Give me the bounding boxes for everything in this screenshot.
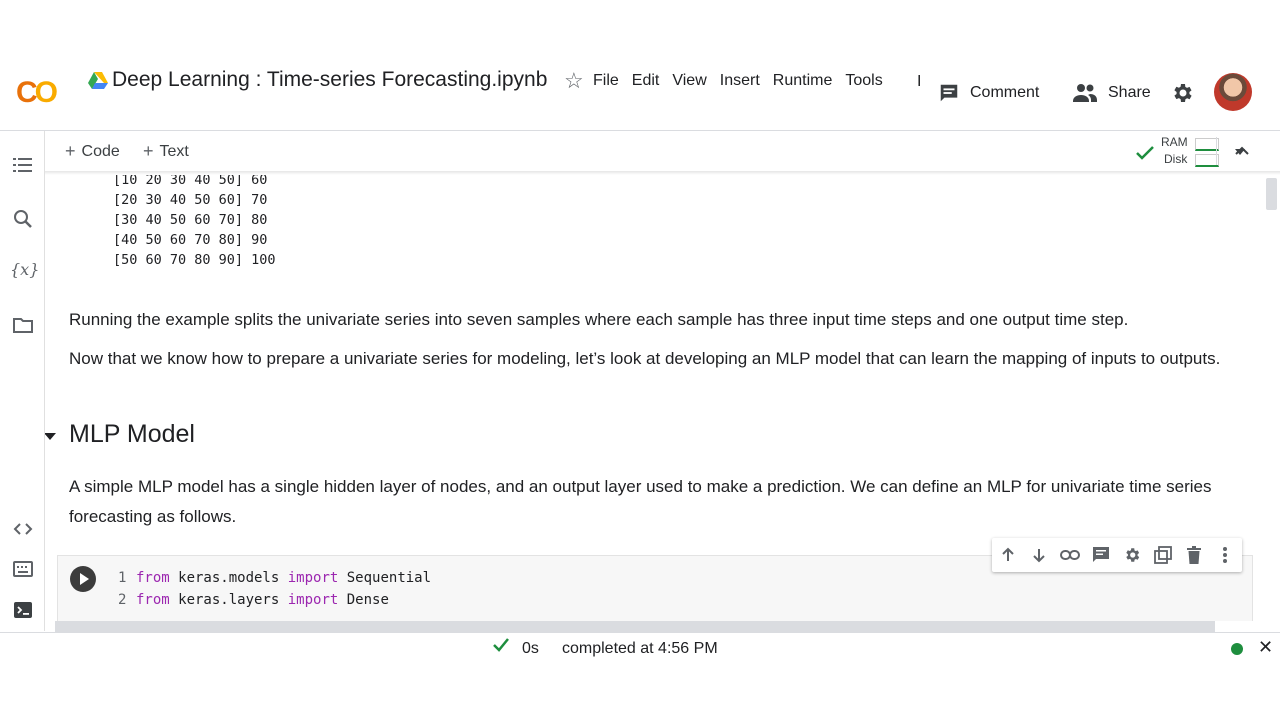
line-number: 2: [118, 592, 127, 608]
people-icon: [1073, 84, 1097, 102]
comment-icon: [940, 84, 958, 102]
output-line: [10 20 30 40 50] 60: [113, 175, 268, 188]
notebook-title[interactable]: Deep Learning : Time-series Forecasting.…: [112, 68, 547, 92]
menu-tools[interactable]: Tools: [845, 72, 882, 90]
collapse-header-chevron-up-icon[interactable]: [1234, 143, 1250, 159]
cell-settings-gear-icon[interactable]: [1116, 543, 1147, 567]
move-cell-up-arrow-icon[interactable]: [992, 543, 1023, 567]
delete-cell-trash-icon[interactable]: [1178, 543, 1209, 567]
text-cell-paragraph[interactable]: Running the example splits the univariat…: [69, 305, 1249, 335]
keyword: import: [287, 570, 339, 586]
horizontal-scrollbar[interactable]: [55, 621, 1215, 632]
keyword: from: [136, 592, 170, 608]
star-icon[interactable]: ☆: [564, 68, 584, 94]
output-line: [30 40 50 60 70] 80: [113, 212, 268, 228]
settings-gear-icon[interactable]: [1170, 81, 1194, 105]
menu-view[interactable]: View: [672, 72, 706, 90]
runtime-status-dot: [1231, 643, 1243, 655]
execution-status-text[interactable]: completed at 4:56 PM: [562, 640, 718, 658]
colab-logo[interactable]: CO: [16, 76, 58, 110]
status-bar: 0s completed at 4:56 PM ✕: [0, 632, 1280, 665]
keyword: from: [136, 570, 170, 586]
plus-icon: +: [143, 141, 154, 161]
code-line[interactable]: 2 from keras.layers import Dense: [118, 592, 389, 608]
menu-file[interactable]: File: [593, 72, 619, 90]
section-collapse-caret-icon[interactable]: [45, 433, 56, 440]
output-line: [50 60 70 80 90] 100: [113, 252, 276, 268]
import-name: Dense: [338, 592, 389, 608]
menu-runtime[interactable]: Runtime: [773, 72, 833, 90]
more-options-vertical-dots-icon[interactable]: [1209, 543, 1240, 567]
cell-toolbar: [992, 538, 1242, 572]
execution-success-check-icon: [493, 638, 509, 652]
google-drive-icon[interactable]: [88, 72, 108, 90]
add-text-label: Text: [159, 142, 189, 160]
files-folder-icon[interactable]: [12, 314, 34, 336]
text-cell-paragraph[interactable]: A simple MLP model has a single hidden l…: [69, 472, 1249, 532]
text-cell-paragraph[interactable]: Now that we know how to prepare a univar…: [69, 344, 1249, 374]
plus-icon: +: [65, 141, 76, 161]
command-palette-icon[interactable]: [12, 558, 34, 580]
module-name: keras.models: [169, 570, 288, 586]
keyword: import: [287, 592, 339, 608]
comment-button[interactable]: Comment: [938, 82, 1039, 104]
add-code-cell-button[interactable]: + Code: [65, 141, 120, 162]
top-bar: CO Deep Learning : Time-series Forecasti…: [0, 52, 1280, 130]
close-icon[interactable]: ✕: [1258, 637, 1273, 658]
toolbar-divider: [1216, 137, 1217, 165]
notebook-content[interactable]: [10 20 30 40 50] 60 [20 30 40 50 60] 70 …: [45, 175, 1265, 621]
execution-duration: 0s: [522, 640, 539, 657]
share-label: Share: [1108, 84, 1151, 101]
search-icon[interactable]: [12, 208, 34, 230]
add-comment-icon[interactable]: [1085, 543, 1116, 567]
link-icon[interactable]: [1054, 543, 1085, 567]
output-line: [40 50 60 70 80] 90: [113, 232, 268, 248]
run-cell-button[interactable]: [70, 566, 96, 592]
code-line[interactable]: 1 from keras.models import Sequential: [118, 570, 431, 586]
ram-label: RAM: [1161, 135, 1188, 149]
menu-bar: File Edit View Insert Runtime Tools: [593, 72, 896, 90]
comment-label: Comment: [970, 84, 1040, 101]
user-avatar[interactable]: [1214, 73, 1252, 111]
table-of-contents-icon[interactable]: [12, 154, 34, 176]
output-line: [20 30 40 50 60] 70: [113, 192, 268, 208]
menu-insert[interactable]: Insert: [720, 72, 760, 90]
menu-edit[interactable]: Edit: [632, 72, 660, 90]
import-name: Sequential: [338, 570, 432, 586]
vertical-scrollbar[interactable]: [1266, 178, 1277, 210]
code-snippets-icon[interactable]: [12, 518, 34, 540]
left-sidebar: {x}: [0, 131, 45, 631]
mirror-cell-icon[interactable]: [1147, 543, 1178, 567]
add-text-cell-button[interactable]: + Text: [143, 141, 189, 162]
terminal-icon[interactable]: [12, 599, 34, 621]
menu-help-truncated[interactable]: I: [917, 73, 921, 91]
move-cell-down-arrow-icon[interactable]: [1023, 543, 1054, 567]
notebook-toolbar: + Code + Text RAM Disk: [45, 131, 1280, 171]
connected-check-icon: [1136, 146, 1154, 160]
disk-label: Disk: [1164, 152, 1188, 166]
section-heading[interactable]: MLP Model: [69, 420, 195, 449]
add-code-label: Code: [81, 142, 120, 160]
variables-icon[interactable]: {x}: [10, 260, 39, 282]
line-number: 1: [118, 570, 127, 586]
share-button[interactable]: Share: [1072, 82, 1151, 104]
module-name: keras.layers: [169, 592, 288, 608]
